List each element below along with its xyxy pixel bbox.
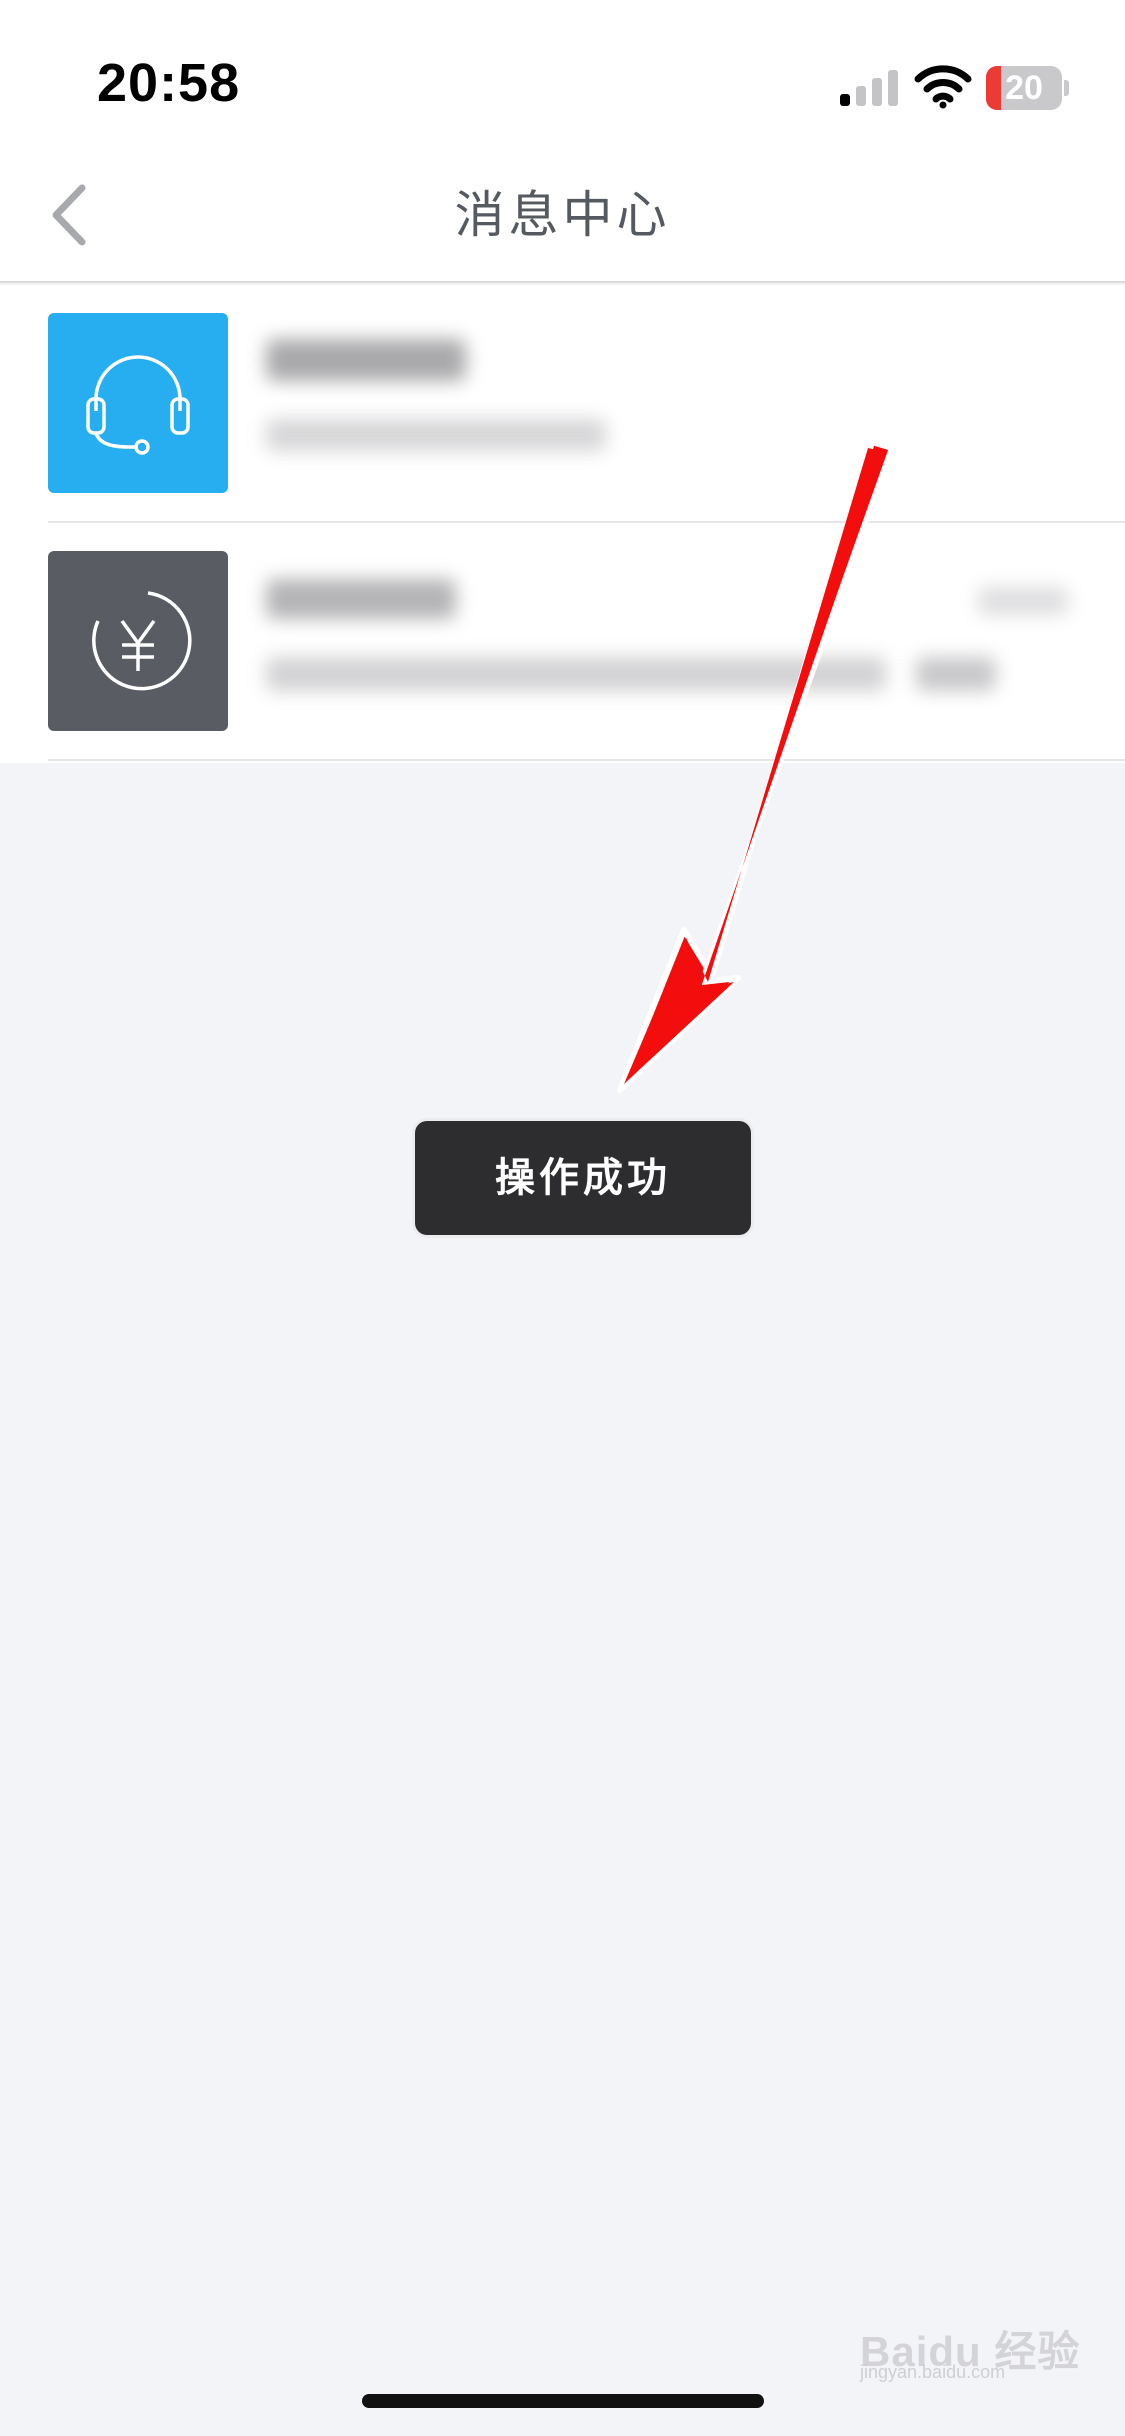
blurred-text-shapes xyxy=(266,339,606,451)
watermark: Baidu 经验 jingyan.baidu.com xyxy=(860,2300,1079,2382)
battery-level: 20 xyxy=(1005,69,1043,107)
message-list xyxy=(0,285,1125,763)
status-time: 20:58 xyxy=(97,53,241,113)
battery-indicator: 20 xyxy=(986,66,1069,110)
message-preview xyxy=(248,539,1088,745)
home-indicator[interactable] xyxy=(362,2394,764,2408)
battery-body: 20 xyxy=(986,66,1062,110)
message-preview xyxy=(248,301,1088,507)
status-bar: 20:58 20 xyxy=(0,0,1125,150)
list-item-customer-service[interactable] xyxy=(0,285,1125,523)
page-title: 消息中心 xyxy=(454,186,671,244)
avatar xyxy=(48,313,228,493)
blurred-text-shapes xyxy=(266,579,1068,691)
chevron-left-icon xyxy=(52,184,86,246)
cellular-signal-icon xyxy=(840,70,898,106)
yen-circle-icon xyxy=(92,591,192,691)
divider xyxy=(48,759,1125,761)
list-item-finance[interactable] xyxy=(0,523,1125,761)
avatar xyxy=(48,551,228,731)
wifi-icon xyxy=(914,65,972,109)
headset-icon xyxy=(86,355,190,455)
battery-cap xyxy=(1064,80,1069,96)
toast-message: 操作成功 xyxy=(415,1121,751,1235)
back-button[interactable] xyxy=(36,170,126,260)
screen: 20:58 20 消息中心 操作成功 Baidu 经验 jingyan.baid… xyxy=(0,0,1125,2436)
watermark-url: jingyan.baidu.com xyxy=(860,2362,1006,2382)
nav-bar: 消息中心 xyxy=(0,150,1125,283)
